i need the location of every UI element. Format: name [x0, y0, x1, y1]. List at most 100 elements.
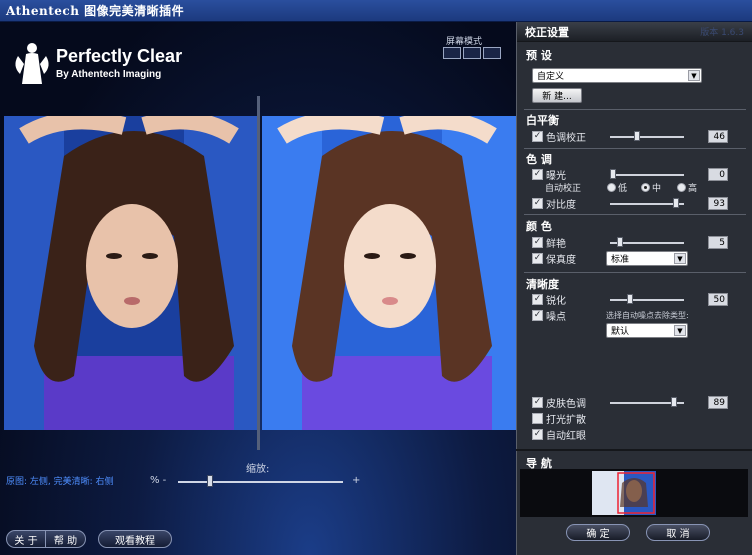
divider: [524, 109, 746, 110]
auto-redeye-label: 自动红眼: [546, 431, 586, 442]
contrast-row[interactable]: ✓ 对比度: [532, 196, 576, 211]
color-title: 颜 色: [526, 220, 552, 233]
preset-select-value: 自定义: [537, 72, 565, 82]
bottom-tutorial: 观看教程: [98, 530, 172, 548]
radio-mid[interactable]: 中: [641, 181, 661, 194]
ok-button[interactable]: 确 定: [566, 524, 630, 541]
color-correction-slider-thumb[interactable]: [633, 131, 640, 141]
divider: [524, 148, 746, 149]
contrast-value[interactable]: 93: [708, 197, 728, 210]
color-correction-slider-track[interactable]: [610, 136, 684, 138]
original-image[interactable]: [4, 116, 258, 430]
zoom-label: 缩放:: [246, 464, 270, 475]
screen-mode-dual-button[interactable]: [483, 47, 501, 59]
fidelity-label: 保真度: [546, 255, 576, 266]
noise-type-select-value: 默认: [611, 327, 630, 337]
checkmark-icon[interactable]: ✓: [532, 237, 543, 248]
skin-tone-value[interactable]: 89: [708, 396, 728, 409]
color-correction-value[interactable]: 46: [708, 130, 728, 143]
noise-type-label: 选择自动噪点去除类型:: [606, 311, 689, 320]
zoom-plus-label: +: [352, 475, 361, 486]
preset-title: 预 设: [526, 49, 552, 62]
exposure-slider-track[interactable]: [610, 174, 684, 176]
sharpen-row[interactable]: ✓ 锐化: [532, 292, 566, 307]
settings-title: 校正设置: [525, 25, 569, 39]
skin-tone-slider-thumb[interactable]: [670, 397, 677, 407]
sharpen-slider-track[interactable]: [610, 299, 684, 301]
noise-label: 噪点: [546, 312, 566, 323]
checkmark-icon[interactable]: ✓: [532, 198, 543, 209]
navigation-thumbnail[interactable]: [592, 471, 656, 515]
viewer-area: Perfectly Clear By Athentech Imaging 屏幕模…: [0, 22, 516, 555]
fidelity-select[interactable]: 标准 ▼: [606, 251, 688, 266]
checkmark-icon[interactable]: ✓: [532, 294, 543, 305]
color-correction-row[interactable]: ✓ 色调校正: [532, 129, 586, 144]
nav-thumbnail-photo: [592, 471, 656, 515]
checkmark-icon[interactable]: ✓: [532, 310, 543, 321]
screen-mode-buttons: [443, 47, 501, 59]
sharpen-slider-thumb[interactable]: [627, 294, 633, 304]
exposure-value[interactable]: 0: [708, 168, 728, 181]
title-bar: Athentech 图像完美清晰插件: [0, 0, 752, 22]
checkbox-icon[interactable]: [532, 413, 543, 424]
tone-title: 色 调: [526, 153, 552, 166]
tutorial-button[interactable]: 观看教程: [98, 530, 172, 548]
zoom-minus-label: % -: [150, 475, 167, 486]
noise-type-select[interactable]: 默认 ▼: [606, 323, 688, 338]
radio-low[interactable]: 低: [607, 181, 627, 194]
fidelity-row[interactable]: ✓ 保真度: [532, 251, 576, 266]
radio-icon[interactable]: [641, 183, 650, 192]
fidelity-select-value: 标准: [611, 255, 630, 265]
exposure-row[interactable]: ✓ 曝光: [532, 167, 566, 182]
checkmark-icon[interactable]: ✓: [532, 131, 543, 142]
split-divider[interactable]: [257, 96, 260, 450]
settings-header: 校正设置 版本 1.6.3: [517, 22, 752, 42]
chevron-down-icon: ▼: [674, 325, 686, 336]
zoom-slider-track[interactable]: [178, 481, 343, 483]
divider: [516, 449, 752, 451]
sharpen-value[interactable]: 50: [708, 293, 728, 306]
white-balance-title: 白平衡: [526, 114, 559, 127]
cancel-button[interactable]: 取 消: [646, 524, 710, 541]
screen-mode-split-button[interactable]: [443, 47, 461, 59]
about-button[interactable]: 关 于: [6, 530, 46, 548]
window-title: Athentech 图像完美清晰插件: [6, 4, 185, 18]
bottom-left-buttons: 关 于 帮 助: [6, 530, 86, 548]
radio-high-label: 高: [688, 184, 698, 194]
screen-mode-single-button[interactable]: [463, 47, 481, 59]
checkmark-icon[interactable]: ✓: [532, 429, 543, 440]
checkmark-icon[interactable]: ✓: [532, 397, 543, 408]
zoom-slider-thumb[interactable]: [206, 475, 213, 487]
skin-tone-row[interactable]: ✓ 皮肤色调: [532, 395, 586, 410]
radio-high[interactable]: 高: [677, 181, 697, 194]
auto-redeye-row[interactable]: ✓ 自动红眼: [532, 427, 586, 442]
screen-mode-label: 屏幕模式: [446, 37, 483, 47]
checkmark-icon[interactable]: ✓: [532, 169, 543, 180]
original-photo: [4, 116, 258, 430]
light-diffusion-label: 打光扩散: [546, 415, 586, 426]
skin-tone-label: 皮肤色调: [546, 399, 586, 410]
new-preset-button[interactable]: 新 建...: [532, 88, 582, 103]
contrast-label: 对比度: [546, 200, 576, 211]
brand-sub: By Athentech Imaging: [56, 69, 162, 80]
checkmark-icon[interactable]: ✓: [532, 253, 543, 264]
contrast-slider-thumb[interactable]: [673, 198, 680, 208]
light-diffusion-row[interactable]: 打光扩散: [532, 411, 586, 426]
sharpen-label: 锐化: [546, 296, 566, 307]
corrected-image[interactable]: [262, 116, 516, 430]
exposure-slider-thumb[interactable]: [610, 169, 616, 179]
preset-select[interactable]: 自定义 ▼: [532, 68, 702, 83]
radio-low-label: 低: [618, 184, 628, 194]
vividness-row[interactable]: ✓ 鲜艳: [532, 235, 566, 250]
vividness-value[interactable]: 5: [708, 236, 728, 249]
color-correction-label: 色调校正: [546, 133, 586, 144]
brand-name: Perfectly Clear: [56, 46, 183, 66]
help-button[interactable]: 帮 助: [46, 530, 86, 548]
radio-icon[interactable]: [677, 183, 686, 192]
radio-icon[interactable]: [607, 183, 616, 192]
divider: [524, 214, 746, 215]
vividness-slider-thumb[interactable]: [616, 237, 623, 247]
noise-row[interactable]: ✓ 噪点: [532, 308, 566, 323]
auto-correct-label: 自动校正: [545, 184, 582, 194]
vividness-label: 鲜艳: [546, 239, 566, 250]
